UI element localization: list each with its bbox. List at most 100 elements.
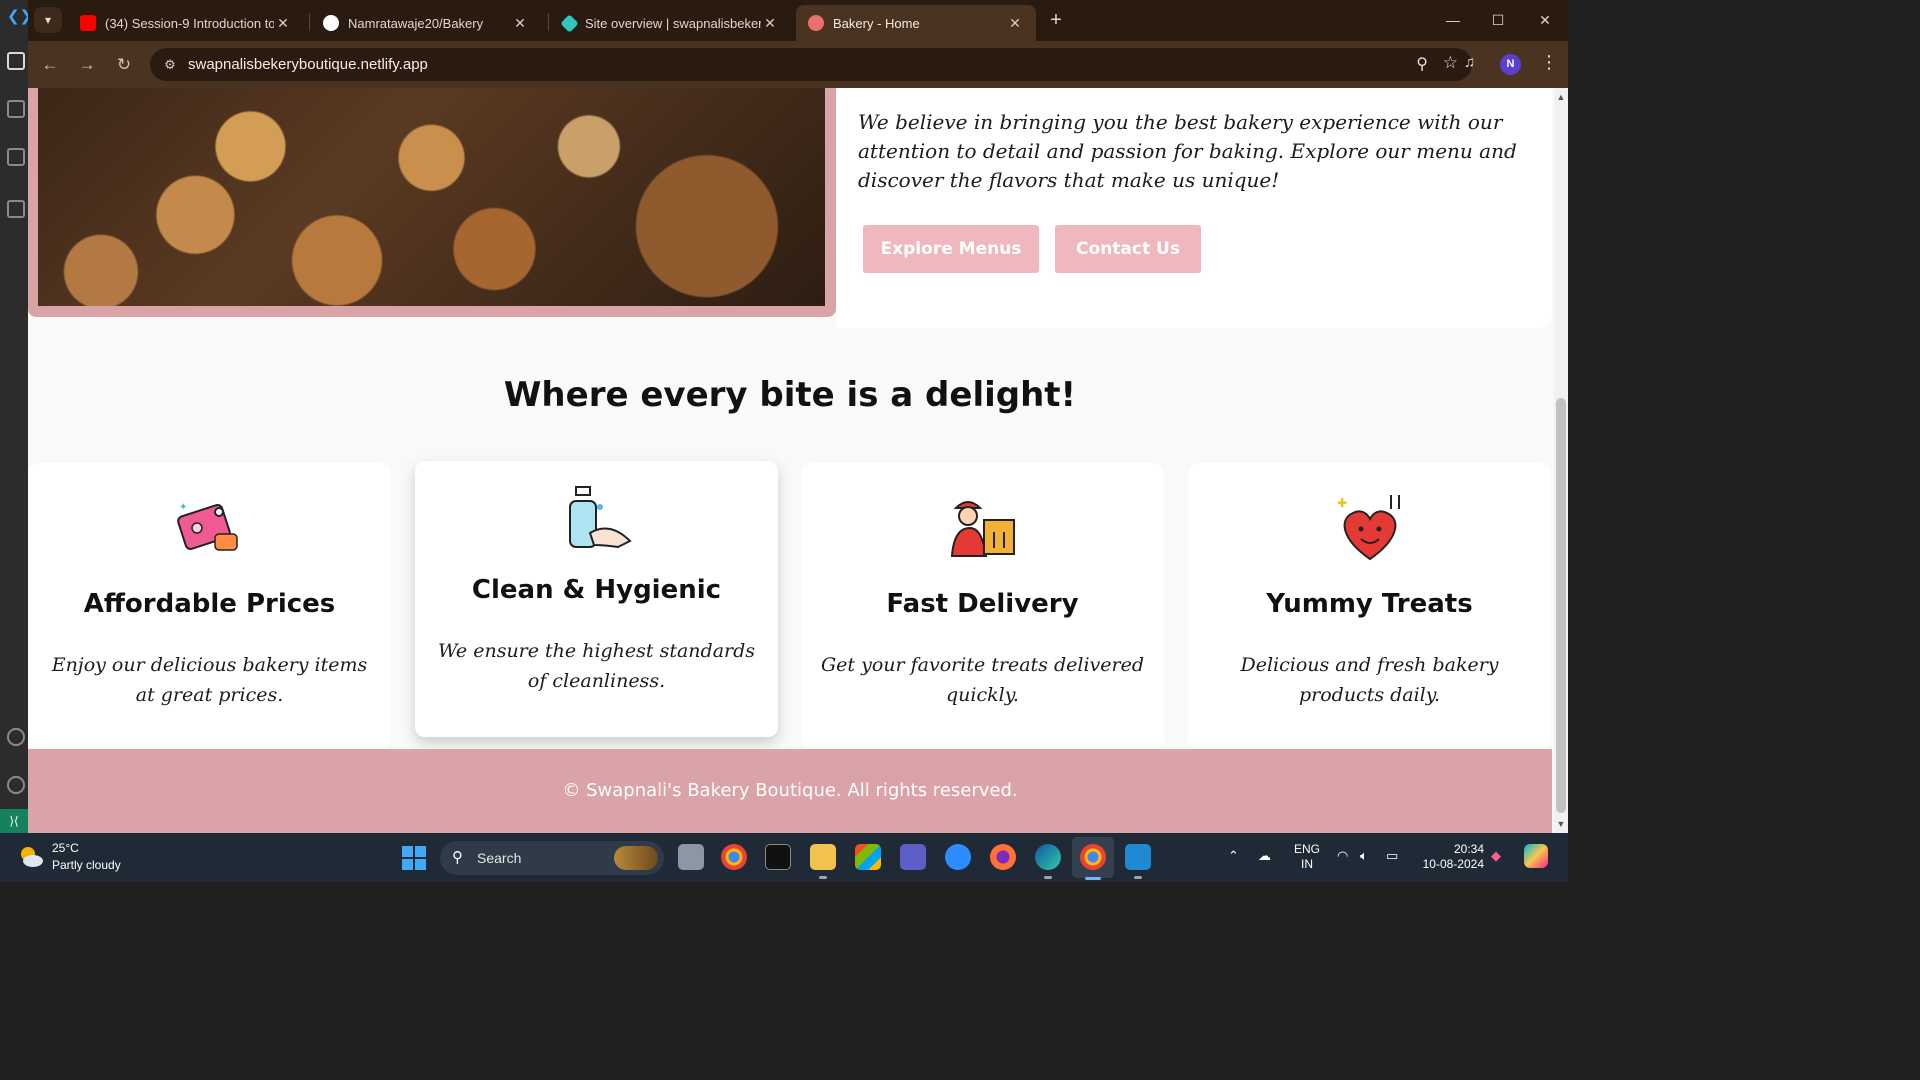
maximize-icon[interactable]: ☐ (1486, 8, 1510, 32)
weather-temperature[interactable]: 25°C (52, 841, 79, 855)
firefox-icon[interactable] (990, 844, 1016, 870)
windows-taskbar: 25°C Partly cloudy ⚲ Search ⌃ ☁ ENG IN ◠… (0, 833, 1568, 882)
feature-card-prices: ✦ Affordable Prices Enjoy our delicious … (28, 463, 391, 748)
close-tab-icon[interactable]: ✕ (511, 15, 529, 32)
settings-gear-icon[interactable] (7, 776, 25, 794)
extensions-icon[interactable] (7, 200, 25, 218)
tab-search-chevron-icon[interactable]: ▾ (34, 7, 62, 33)
address-bar[interactable]: ⚙ swapnalisbekeryboutique.netlify.app ⚲ … (150, 48, 1472, 81)
tab-separator (309, 13, 310, 31)
edge-icon[interactable] (1035, 844, 1061, 879)
minimize-icon[interactable]: — (1441, 8, 1465, 32)
close-tab-icon[interactable]: ✕ (761, 15, 779, 32)
region-code: IN (1301, 857, 1313, 871)
chrome-icon[interactable] (721, 844, 747, 870)
clock-date: 10-08-2024 (1422, 857, 1484, 871)
chrome-active-icon[interactable] (1080, 844, 1106, 870)
site-footer: © Swapnali's Bakery Boutique. All rights… (28, 749, 1552, 833)
browser-tab-bar: ▾ (34) Session-9 Introduction to N ✕ Nam… (28, 0, 1568, 41)
forward-arrow-icon[interactable]: → (75, 53, 99, 77)
onedrive-icon[interactable]: ☁ (1258, 848, 1271, 864)
media-control-icon[interactable]: ♫ (1464, 54, 1475, 71)
contact-us-button[interactable]: Contact Us (1055, 225, 1201, 273)
weather-description[interactable]: Partly cloudy (52, 858, 121, 872)
remote-indicator-icon[interactable]: ⟩⟨ (0, 809, 28, 833)
teams-icon[interactable] (900, 844, 926, 870)
notification-bell-icon[interactable]: ◆ (1491, 848, 1501, 864)
tab-title: (34) Session-9 Introduction to N (105, 15, 274, 31)
github-icon (323, 15, 339, 31)
heart-food-icon: ✚ (1188, 493, 1551, 563)
wifi-icon[interactable]: ◠ (1337, 848, 1348, 864)
scroll-down-arrow-icon[interactable]: ▼ (1556, 819, 1566, 829)
youtube-icon (80, 15, 96, 31)
partly-cloudy-icon[interactable] (18, 844, 44, 870)
close-window-icon[interactable]: ✕ (1533, 8, 1557, 32)
card-title: Fast Delivery (886, 589, 1079, 619)
tab-title: Namratawaje20/Bakery (348, 15, 484, 31)
desktop: ❮❯ ⟩⟨ ▾ (34) Session-9 Introduction to N… (0, 0, 1568, 882)
card-description: Enjoy our delicious bakery items at grea… (51, 654, 368, 706)
vscode-activity-bar: ❮❯ ⟩⟨ (0, 0, 32, 833)
show-hidden-icons-chevron-icon[interactable]: ⌃ (1228, 848, 1239, 864)
account-icon[interactable] (7, 728, 25, 746)
zoom-icon[interactable]: ⚲ (1416, 54, 1428, 74)
file-explorer-icon[interactable] (810, 844, 836, 879)
hero-image-frame (28, 88, 836, 317)
tab-title: Bakery - Home (833, 15, 920, 31)
language-indicator[interactable]: ENG IN (1294, 842, 1320, 872)
feature-card-hygiene: Clean & Hygienic We ensure the highest s… (415, 461, 778, 737)
feature-card-treats: ✚ Yummy Treats Delicious and fresh baker… (1188, 463, 1551, 748)
bookmark-star-icon[interactable]: ☆ (1443, 53, 1458, 73)
tab-title: Site overview | swapnalisbekery (585, 15, 761, 31)
explorer-icon[interactable] (7, 52, 25, 70)
close-tab-icon[interactable]: ✕ (1006, 15, 1024, 32)
tab-youtube[interactable]: (34) Session-9 Introduction to N ✕ (68, 5, 304, 41)
site-info-icon[interactable]: ⚙ (162, 57, 178, 73)
microsoft-store-icon[interactable] (855, 844, 881, 870)
delivery-person-icon (801, 493, 1164, 563)
page-scrollbar[interactable]: ▲ ▼ (1554, 88, 1568, 833)
tab-bakery-home[interactable]: Bakery - Home ✕ (796, 5, 1036, 41)
battery-icon[interactable]: ▭ (1386, 848, 1398, 864)
footer-copyright: © Swapnali's Bakery Boutique. All rights… (562, 780, 1018, 801)
tab-github[interactable]: Namratawaje20/Bakery ✕ (311, 5, 541, 41)
zoom-icon[interactable] (945, 844, 971, 870)
features-heading: Where every bite is a delight! (503, 375, 1077, 415)
bakery-icon (808, 15, 824, 31)
search-label: Search (477, 850, 522, 866)
more-menu-icon[interactable]: ⋮ (1540, 52, 1558, 73)
scroll-up-arrow-icon[interactable]: ▲ (1556, 92, 1566, 102)
card-description: Get your favorite treats delivered quick… (821, 654, 1144, 706)
card-description: Delicious and fresh bakery products dail… (1240, 654, 1499, 706)
scrollbar-thumb[interactable] (1556, 398, 1566, 813)
source-control-icon[interactable] (7, 100, 25, 118)
system-clock[interactable]: 20:34 10-08-2024 (1412, 842, 1484, 872)
clock-time: 20:34 (1453, 842, 1484, 856)
tab-netlify[interactable]: Site overview | swapnalisbekery ✕ (551, 5, 791, 41)
profile-avatar[interactable]: N (1500, 54, 1521, 75)
svg-text:✚: ✚ (1337, 496, 1347, 510)
task-view-icon[interactable] (678, 844, 704, 870)
browser-toolbar: ← → ↻ ⚙ swapnalisbekeryboutique.netlify.… (28, 41, 1568, 88)
card-title: Yummy Treats (1266, 589, 1473, 619)
volume-icon[interactable]: 🔈︎ (1360, 848, 1368, 864)
notion-icon[interactable] (765, 844, 791, 870)
price-tag-icon: ✦ (28, 493, 391, 563)
hero-tagline: We believe in bringing you the best bake… (858, 110, 1517, 192)
language-code: ENG (1294, 842, 1321, 856)
active-app-indicator (1085, 877, 1101, 880)
debug-icon[interactable] (7, 148, 25, 166)
page-viewport: We believe in bringing you the best bake… (28, 88, 1554, 833)
new-tab-plus-icon[interactable]: + (1046, 9, 1066, 31)
copilot-icon[interactable] (1524, 844, 1548, 868)
back-arrow-icon[interactable]: ← (38, 53, 62, 77)
svg-text:✦: ✦ (179, 502, 187, 513)
reload-icon[interactable]: ↻ (112, 53, 136, 77)
close-tab-icon[interactable]: ✕ (274, 15, 292, 32)
windows-start-icon[interactable] (402, 846, 426, 870)
explore-menus-button[interactable]: Explore Menus (863, 225, 1039, 273)
taskbar-search[interactable]: ⚲ Search (440, 841, 664, 875)
url-text[interactable]: swapnalisbekeryboutique.netlify.app (188, 56, 428, 73)
vscode-taskbar-icon[interactable] (1125, 844, 1151, 879)
